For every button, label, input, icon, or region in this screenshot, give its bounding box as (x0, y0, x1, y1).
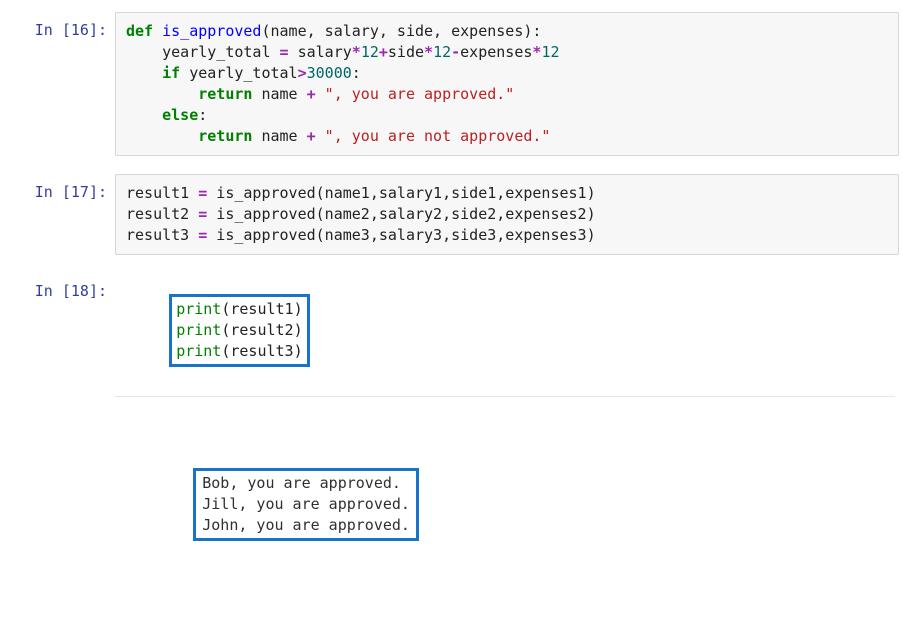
keyword-return: return (198, 127, 252, 145)
string-literal: ", you are approved." (316, 85, 515, 103)
builtin-print: print (176, 342, 221, 360)
code-text: result1 (126, 184, 198, 202)
code-indent (126, 85, 198, 103)
prompt-number: 16 (71, 21, 89, 39)
highlight-box-output: Bob, you are approved. Jill, you are app… (193, 468, 419, 541)
code-text: result3 (126, 226, 198, 244)
code-text: is_approved(name1,salary1,side1,expenses… (207, 184, 595, 202)
op-star: * (424, 43, 433, 61)
string-literal: ", you are not approved." (316, 127, 551, 145)
op-gt: > (298, 64, 307, 82)
input-prompt: In [16]: (0, 12, 115, 156)
assign-op: = (280, 43, 289, 61)
op-plus: + (307, 127, 316, 145)
highlight-box-input: print(result1) print(result2) print(resu… (169, 294, 309, 367)
builtin-print: print (176, 300, 221, 318)
function-name: is_approved (162, 22, 261, 40)
op-plus: + (307, 85, 316, 103)
keyword-def: def (126, 22, 153, 40)
keyword-if: if (162, 64, 180, 82)
code-cell-16: In [16]: def is_approved(name, salary, s… (0, 12, 903, 156)
assign-op: = (198, 205, 207, 223)
output-line: Jill, you are approved. (202, 495, 410, 513)
code-text: side (388, 43, 424, 61)
output-prompt-spacer (0, 445, 115, 564)
prompt-number: 17 (71, 183, 89, 201)
code-text: salary (289, 43, 352, 61)
prompt-label: In (35, 282, 62, 300)
code-text: name (252, 127, 306, 145)
number-literal: 12 (433, 43, 451, 61)
input-prompt: In [18]: (0, 273, 115, 439)
output-line: John, you are approved. (202, 516, 410, 534)
code-input-area[interactable]: print(result1) print(result2) print(resu… (115, 273, 899, 439)
params: (name, salary, side, expenses): (261, 22, 541, 40)
builtin-print: print (176, 321, 221, 339)
code-cell-17: In [17]: result1 = is_approved(name1,sal… (0, 174, 903, 255)
op-star: * (352, 43, 361, 61)
stdout-output: Bob, you are approved. Jill, you are app… (115, 445, 899, 564)
jupyter-notebook: In [16]: def is_approved(name, salary, s… (0, 0, 903, 580)
code-text: result2 (126, 205, 198, 223)
op-plus: + (379, 43, 388, 61)
keyword-return: return (198, 85, 252, 103)
code-indent (126, 127, 198, 145)
assign-op: = (198, 184, 207, 202)
code-cell-18: In [18]: print(result1) print(result2) p… (0, 273, 903, 564)
output-row: Bob, you are approved. Jill, you are app… (0, 445, 899, 564)
number-literal: 12 (541, 43, 559, 61)
code-text: (result1) (221, 300, 302, 318)
keyword-else: else (162, 106, 198, 124)
colon: : (198, 106, 207, 124)
code-text: (result3) (221, 342, 302, 360)
code-text: name (252, 85, 306, 103)
code-input-area[interactable]: def is_approved(name, salary, side, expe… (115, 12, 899, 156)
code-text: yearly_total (180, 64, 297, 82)
code-text: is_approved(name2,salary2,side2,expenses… (207, 205, 595, 223)
colon: : (352, 64, 361, 82)
code-input-area[interactable]: result1 = is_approved(name1,salary1,side… (115, 174, 899, 255)
prompt-number: 18 (71, 282, 89, 300)
code-text: expenses (460, 43, 532, 61)
op-minus: - (451, 43, 460, 61)
prompt-label: In (35, 183, 62, 201)
code-text: yearly_total (126, 43, 280, 61)
code-indent (126, 64, 162, 82)
number-literal: 30000 (307, 64, 352, 82)
prompt-label: In (35, 21, 62, 39)
code-text: (result2) (221, 321, 302, 339)
assign-op: = (198, 226, 207, 244)
code-text: is_approved(name3,salary3,side3,expenses… (207, 226, 595, 244)
code-indent (126, 106, 162, 124)
number-literal: 12 (361, 43, 379, 61)
input-prompt: In [17]: (0, 174, 115, 255)
output-line: Bob, you are approved. (202, 474, 401, 492)
